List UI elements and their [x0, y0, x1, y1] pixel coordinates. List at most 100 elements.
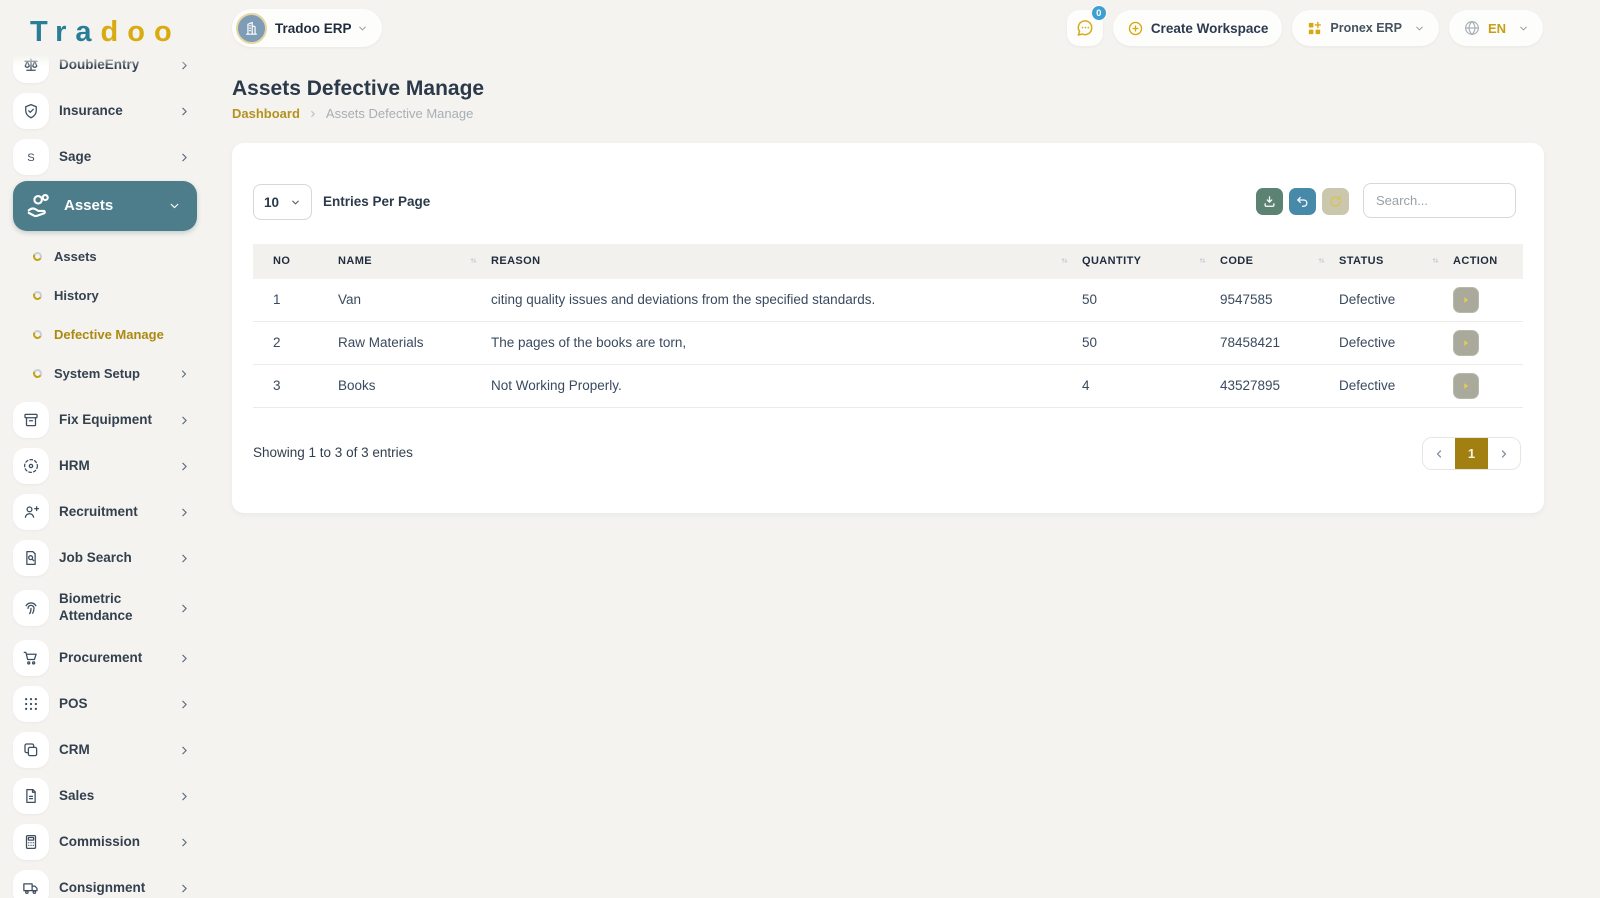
sidebar-subitem-label: Defective Manage — [54, 327, 164, 342]
erp-selector[interactable]: Pronex ERP — [1292, 10, 1439, 46]
create-workspace-button[interactable]: Create Workspace — [1112, 10, 1283, 46]
table-header: NO NAME REASON QUANTITY CODE STATUS ACTION — [253, 244, 1523, 278]
table-toolbar-buttons — [1256, 188, 1349, 215]
shield-check-icon — [25, 103, 37, 119]
next-page-button[interactable] — [1488, 438, 1520, 469]
sidebar-item-sage[interactable]: S Sage — [13, 134, 197, 180]
sidebar-subitem-history[interactable]: History — [13, 276, 197, 315]
sidebar-item-sales[interactable]: Sales — [13, 773, 197, 819]
row-action-button[interactable] — [1453, 286, 1479, 313]
search-input[interactable] — [1363, 183, 1516, 218]
page-number-active[interactable]: 1 — [1455, 438, 1488, 469]
sidebar-subitem-label: System Setup — [54, 366, 140, 381]
sidebar-item-label: DoubleEntry — [59, 56, 140, 72]
sidebar-item-commission[interactable]: Commission — [13, 819, 197, 865]
sidebar-item-label: Commission — [59, 833, 141, 849]
plus-circle-icon — [1128, 21, 1143, 35]
column-label: CODE — [1220, 254, 1254, 267]
cell-name: Raw Materials — [338, 321, 491, 365]
cell-code: 9547585 — [1220, 277, 1339, 322]
box-icon — [24, 413, 38, 427]
sort-icon — [1199, 258, 1206, 264]
sidebar-item-biometric-attendance[interactable]: Biometric Attendance — [13, 581, 197, 635]
globe-icon — [1464, 21, 1479, 35]
workspace-chip[interactable]: Tradoo ERP — [232, 9, 382, 47]
truck-icon — [23, 883, 38, 894]
sidebar-item-insurance[interactable]: Insurance — [13, 88, 197, 134]
column-header-quantity[interactable]: QUANTITY — [1082, 244, 1220, 278]
sidebar-item-label: Recruitment — [59, 503, 138, 519]
header-controls: 0 Create Workspace Pronex ERP EN — [1066, 5, 1543, 46]
previous-page-button[interactable] — [1423, 438, 1455, 469]
sidebar-item-pos[interactable]: POS — [13, 681, 197, 727]
icon-tile — [13, 590, 49, 626]
sidebar-item-assets[interactable]: Assets — [13, 181, 197, 231]
row-action-button[interactable] — [1453, 329, 1479, 356]
breadcrumb-current: Assets Defective Manage — [325, 106, 474, 121]
chevron-right-icon — [182, 107, 187, 115]
page-title: Assets Defective Manage — [232, 77, 485, 100]
refresh-button[interactable] — [1322, 188, 1349, 215]
chevron-right-icon — [182, 654, 187, 662]
cell-reason: Not Working Properly. — [491, 364, 1082, 408]
undo-icon — [1297, 196, 1308, 207]
sidebar-item-hrm[interactable]: HRM — [13, 443, 197, 489]
cell-action — [1453, 277, 1523, 322]
chevron-right-icon — [311, 110, 315, 117]
column-header-name[interactable]: NAME — [338, 244, 491, 278]
chevron-right-icon — [182, 700, 187, 708]
sidebar-item-recruitment[interactable]: Recruitment — [13, 489, 197, 535]
sidebar-item-procurement[interactable]: Procurement — [13, 635, 197, 681]
chevron-right-icon — [182, 153, 187, 161]
breadcrumb-dashboard-link[interactable]: Dashboard — [232, 106, 300, 121]
sidebar-item-consignment[interactable]: Consignment — [13, 865, 197, 898]
sort-icon — [1061, 258, 1068, 264]
table-header-row: NO NAME REASON QUANTITY CODE STATUS ACTION — [253, 244, 1523, 278]
column-label: QUANTITY — [1082, 254, 1142, 267]
cell-quantity: 50 — [1082, 321, 1220, 365]
sidebar-item-fix-equipment[interactable]: Fix Equipment — [13, 397, 197, 443]
sidebar-item-crm[interactable]: CRM — [13, 727, 197, 773]
sidebar-item-label: HRM — [59, 457, 90, 473]
chevron-right-icon — [181, 369, 187, 378]
sidebar-subitem-system-setup[interactable]: System Setup — [13, 354, 197, 393]
sidebar-submenu-assets: Assets History Defective Manage System Setu… — [13, 231, 197, 397]
showing-entries-text: Showing 1 to 3 of 3 entries — [253, 445, 413, 460]
messages-button[interactable]: 0 — [1066, 5, 1107, 46]
language-selector[interactable]: EN — [1448, 10, 1543, 46]
icon-tile: S — [13, 139, 49, 175]
play-icon — [1464, 339, 1469, 346]
sort-icon — [1432, 258, 1439, 264]
chevron-down-icon — [170, 203, 179, 209]
cell-code: 78458421 — [1220, 321, 1339, 365]
svg-text:S: S — [27, 152, 35, 164]
file-icon — [26, 788, 36, 804]
sidebar-item-label: Sales — [59, 787, 95, 803]
sidebar-subitem-assets[interactable]: Assets — [13, 237, 197, 276]
column-header-code[interactable]: CODE — [1220, 244, 1339, 278]
sidebar-item-label: Assets — [64, 196, 114, 214]
undo-button[interactable] — [1289, 188, 1316, 215]
erp-selector-label: Pronex ERP — [1330, 21, 1402, 35]
row-action-button[interactable] — [1453, 372, 1479, 399]
download-button[interactable] — [1256, 188, 1283, 215]
entries-per-page-select[interactable]: 10 — [253, 184, 312, 220]
chat-icon — [1077, 20, 1093, 36]
chevron-right-icon — [182, 604, 187, 612]
cell-action — [1453, 321, 1523, 365]
pagination: 1 — [1422, 437, 1521, 470]
sidebar-subitem-defective-manage[interactable]: Defective Manage — [13, 315, 197, 354]
icon-tile — [13, 494, 49, 530]
workspace-chip-label: Tradoo ERP — [275, 20, 352, 36]
column-header-status[interactable]: STATUS — [1339, 244, 1453, 278]
bullet-icon — [31, 289, 44, 302]
column-header-reason[interactable]: REASON — [491, 244, 1082, 278]
sidebar-item-doubleentry[interactable]: DoubleEntry — [13, 55, 197, 88]
sidebar-item-job-search[interactable]: Job Search — [13, 535, 197, 581]
icon-tile — [13, 55, 49, 83]
scales-icon — [24, 58, 38, 71]
chevron-right-icon — [182, 462, 187, 470]
chevron-right-icon — [182, 61, 187, 69]
play-icon — [1464, 296, 1469, 303]
play-icon — [1464, 382, 1469, 389]
